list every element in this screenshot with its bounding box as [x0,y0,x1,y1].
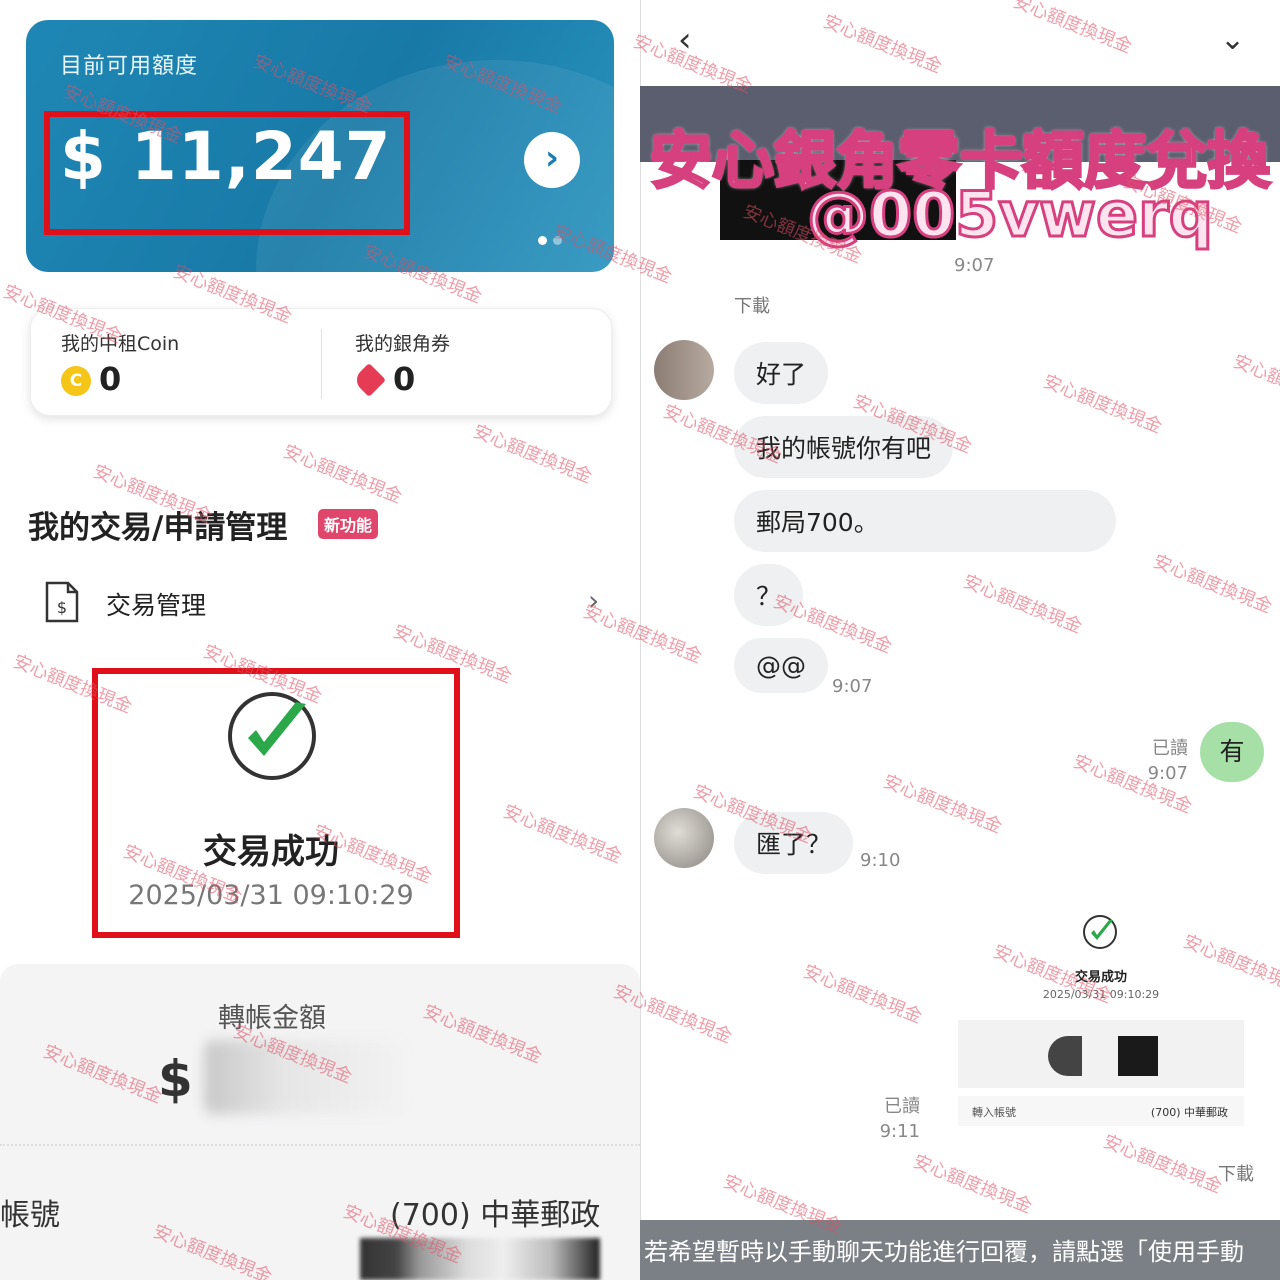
account-label: 帳號 [0,1198,60,1233]
read-receipt: 已讀 9:07 [1140,736,1188,786]
my-reply-bubble: 有 [1200,722,1264,782]
read-receipt: 已讀 9:11 [872,1094,920,1144]
left-screenshot: 目前可用額度 $ 11,247 › 我的中租Coin C 0 我的銀角券 0 我… [0,0,640,1280]
success-highlight-box [92,668,460,938]
chevron-right-icon[interactable]: › [588,584,599,617]
message-time: 9:07 [954,255,995,276]
read-label: 已讀 [1152,738,1188,759]
contact-avatar[interactable] [654,808,714,868]
image-success-date: 2025/03/31 09:10:29 [1042,988,1160,1001]
carousel-dots [538,230,568,249]
chat-message: ？ [734,564,804,626]
chat-message: 匯了？ [734,812,854,874]
card-next-arrow-icon[interactable]: › [524,132,580,188]
image-success-title: 交易成功 [1074,970,1127,985]
chat-message: 好了 [734,342,829,404]
voucher-label: 我的銀角券 [355,333,451,355]
chat-message: 郵局700。 [734,490,1116,552]
image-amount-box [958,1020,1244,1088]
coin-icon: C [61,366,91,396]
image-account-label: 轉入帳號 [972,1106,1016,1119]
image-account-value: (700) 中華郵政 [1150,1106,1228,1119]
message-time: 9:07 [832,676,873,697]
shared-image-message[interactable]: 交易成功 2025/03/31 09:10:29 轉入帳號 (700) 中華郵政 [956,908,1246,1180]
chevron-down-icon[interactable]: ⌄ [1220,22,1245,57]
coin-label: 我的中租Coin [61,333,180,355]
redacted-amount [204,1040,404,1114]
section-title: 我的交易/申請管理 [28,510,288,546]
dotted-divider [0,1144,640,1146]
read-label: 已讀 [884,1096,920,1117]
download-link[interactable]: 下載 [734,292,770,318]
account-bank: (700) 中華郵政 [390,1198,601,1233]
new-feature-badge: 新功能 [318,509,379,539]
transaction-management-link[interactable]: 交易管理 [106,586,206,622]
voucher-tag-icon [352,363,386,397]
success-check-icon [1083,915,1117,949]
promo-banner-handle: @005vwerq [805,177,1214,253]
svg-text:$: $ [57,598,67,617]
coin-value: 0 [99,360,122,398]
download-link[interactable]: 下載 [1218,1160,1254,1186]
redacted-account-number [360,1238,600,1280]
manual-chat-notice: 若希望暫時以手動聊天功能進行回覆，請點選「使用手動 [644,1238,1244,1266]
redacted-block [1118,1036,1158,1076]
rewards-panel: 我的中租Coin C 0 我的銀角券 0 [30,308,612,416]
back-icon[interactable]: ‹ [678,20,692,60]
message-time: 9:10 [860,850,901,871]
credit-label: 目前可用額度 [60,54,199,79]
chat-message: @@ [734,638,828,693]
chat-message: 我的帳號你有吧 [734,416,954,478]
panel-divider [321,329,322,399]
transfer-dollar-sign: $ [158,1050,193,1108]
amount-highlight-box [44,111,410,235]
read-time: 9:11 [879,1121,920,1142]
read-time: 9:07 [1147,763,1188,784]
voucher-value: 0 [393,360,416,398]
contact-avatar[interactable] [654,340,714,400]
redacted-block [1048,1036,1082,1076]
document-dollar-icon: $ [45,581,79,623]
transfer-amount-label: 轉帳金額 [218,1003,326,1034]
